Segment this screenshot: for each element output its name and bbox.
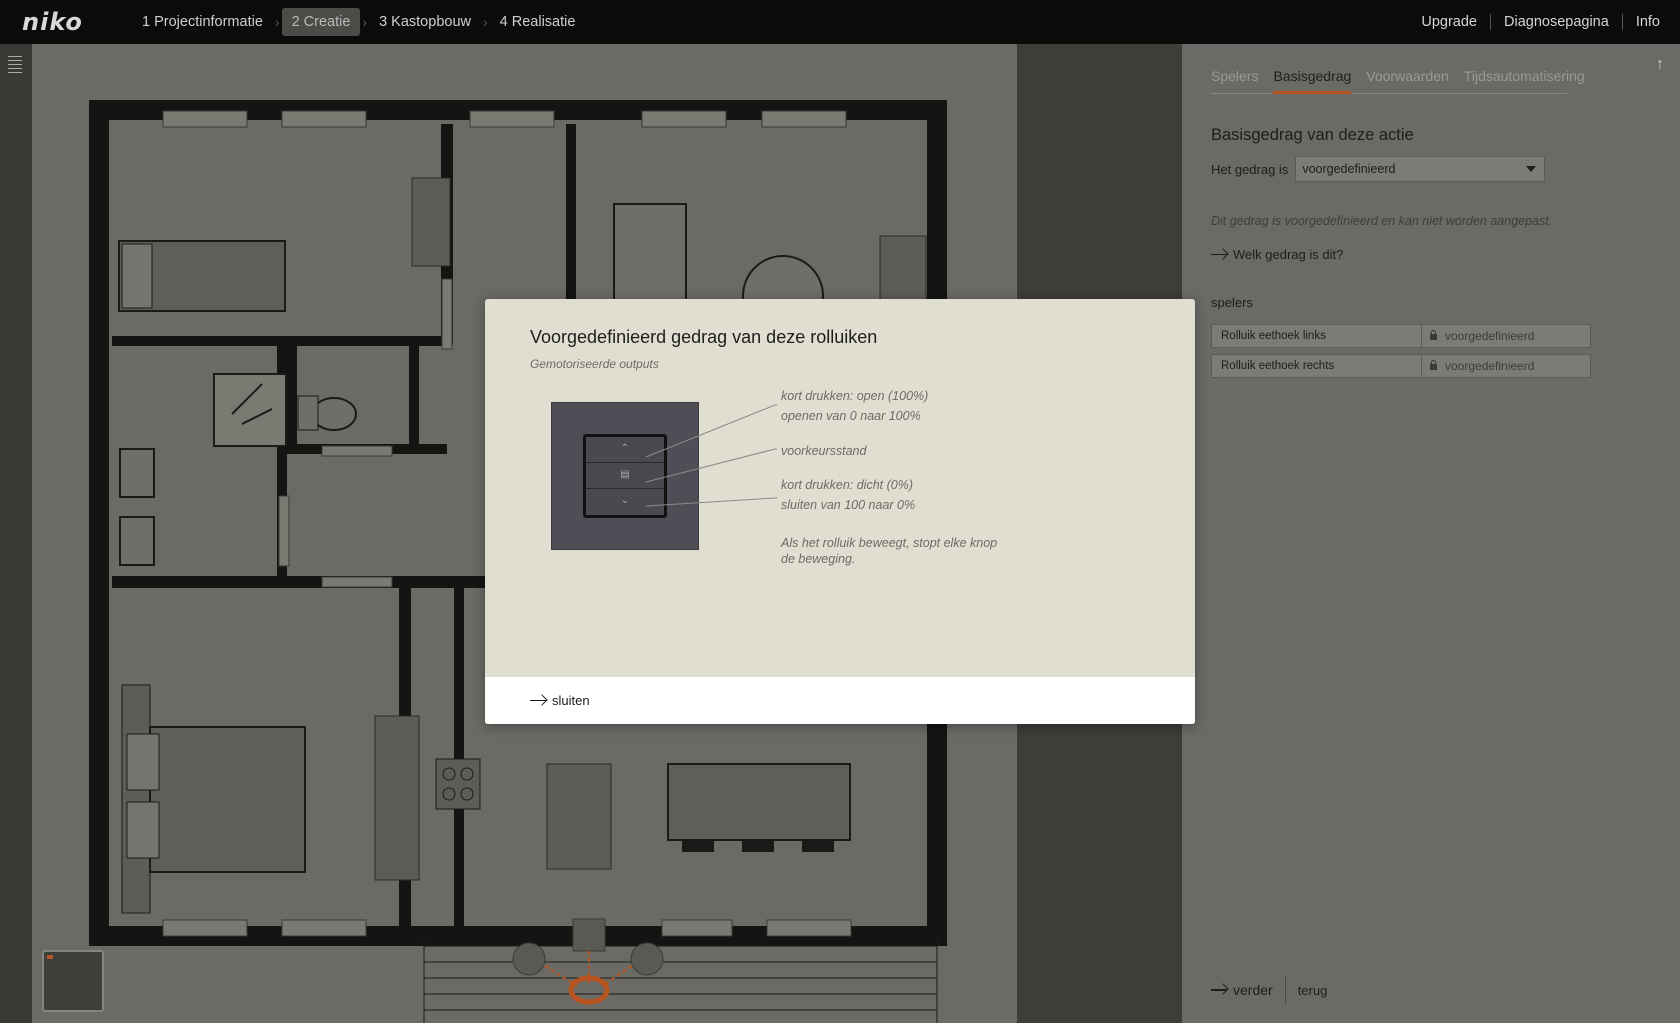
- step-realisatie[interactable]: 4 Realisatie: [490, 8, 586, 36]
- arrow-right-icon: [1211, 250, 1228, 260]
- behavior-select-value: voorgedefinieerd: [1302, 162, 1396, 176]
- upgrade-link[interactable]: Upgrade: [1421, 14, 1477, 30]
- minimap-thumbnail[interactable]: [42, 950, 104, 1012]
- info-link[interactable]: Info: [1636, 14, 1660, 30]
- chevron-right-icon: ›: [362, 14, 368, 30]
- chevron-right-icon: ›: [482, 14, 488, 30]
- player-value-text: voorgedefinieerd: [1445, 359, 1535, 373]
- player-row[interactable]: Rolluik eethoek links voorgedefinieerd: [1211, 324, 1591, 348]
- back-button[interactable]: terug: [1298, 983, 1328, 998]
- arrow-up-icon[interactable]: ↑: [1656, 56, 1664, 74]
- step-kastopbouw[interactable]: 3 Kastopbouw: [369, 8, 481, 36]
- properties-panel: ↑ Spelers Basisgedrag Voorwaarden Tijdsa…: [1182, 44, 1680, 1023]
- chevron-right-icon: ›: [274, 14, 280, 30]
- caret-down-icon: [1526, 166, 1537, 172]
- close-button[interactable]: sluiten: [530, 693, 590, 708]
- arrow-right-icon: [530, 696, 547, 706]
- player-row[interactable]: Rolluik eethoek rechts voorgedefinieerd: [1211, 354, 1591, 378]
- divider: [1490, 14, 1491, 30]
- top-links: Upgrade Diagnosepagina Info: [1421, 14, 1660, 30]
- tab-voorwaarden[interactable]: Voorwaarden: [1366, 66, 1449, 94]
- arrow-right-icon: [1211, 985, 1228, 995]
- annotation-up-short: kort drukken: open (100%): [781, 389, 929, 403]
- step-navigation: 1 Projectinformatie › 2 Creatie › 3 Kast…: [132, 8, 585, 36]
- annotation-down-long: sluiten van 100 naar 0%: [781, 498, 916, 512]
- annotation-up-long: openen van 0 naar 100%: [781, 409, 921, 423]
- left-rail: [0, 44, 32, 1023]
- divider: [1621, 14, 1623, 30]
- what-behavior-link[interactable]: Welk gedrag is dit?: [1211, 247, 1343, 262]
- annotation-stop-line1: Als het rolluik beweegt, stopt elke knop: [781, 536, 998, 550]
- divider: [1284, 975, 1286, 1005]
- what-behavior-label: Welk gedrag is dit?: [1233, 247, 1344, 262]
- behavior-row: Het gedrag is voorgedefinieerd: [1211, 156, 1546, 182]
- panel-tabs: Spelers Basisgedrag Voorwaarden Tijdsaut…: [1211, 66, 1585, 94]
- step-creatie[interactable]: 2 Creatie: [281, 8, 361, 36]
- step-projectinformatie[interactable]: 1 Projectinformatie: [132, 8, 273, 36]
- panel-footer: verder terug: [1211, 975, 1327, 1005]
- player-name: Rolluik eethoek rechts: [1212, 355, 1422, 377]
- lock-icon: [1430, 360, 1437, 370]
- behavior-modal: Voorgedefinieerd gedrag van deze rolluik…: [485, 299, 1195, 724]
- annotation-stop-line2: de beweging.: [781, 552, 856, 566]
- modal-footer: sluiten: [485, 677, 1195, 724]
- layers-menu-icon[interactable]: [8, 56, 22, 73]
- lock-icon: [1430, 330, 1437, 340]
- player-name: Rolluik eethoek links: [1212, 325, 1422, 347]
- player-value: voorgedefinieerd: [1422, 325, 1590, 347]
- player-value: voorgedefinieerd: [1422, 355, 1590, 377]
- tab-basisgedrag[interactable]: Basisgedrag: [1273, 66, 1352, 94]
- annotation-preset: voorkeursstand: [781, 444, 867, 458]
- behavior-select[interactable]: voorgedefinieerd: [1295, 156, 1546, 182]
- niko-logo[interactable]: niko: [22, 8, 132, 36]
- next-button[interactable]: verder: [1211, 982, 1273, 998]
- behavior-label: Het gedrag is: [1211, 161, 1289, 177]
- player-value-text: voorgedefinieerd: [1445, 329, 1535, 343]
- diagnosepagina-link[interactable]: Diagnosepagina: [1504, 14, 1609, 30]
- behavior-note: Dit gedrag is voorgedefinieerd en kan ni…: [1211, 214, 1553, 228]
- tab-spelers[interactable]: Spelers: [1211, 66, 1258, 94]
- annotation-down-short: kort drukken: dicht (0%): [781, 478, 913, 492]
- tab-tijdsautomatisering[interactable]: Tijdsautomatisering: [1464, 66, 1585, 94]
- top-bar: niko 1 Projectinformatie › 2 Creatie › 3…: [0, 0, 1680, 44]
- close-label: sluiten: [552, 693, 590, 708]
- players-label: spelers: [1211, 295, 1253, 310]
- minimap-marker: [47, 955, 53, 959]
- next-label: verder: [1233, 982, 1273, 998]
- panel-title: Basisgedrag van deze actie: [1211, 126, 1414, 144]
